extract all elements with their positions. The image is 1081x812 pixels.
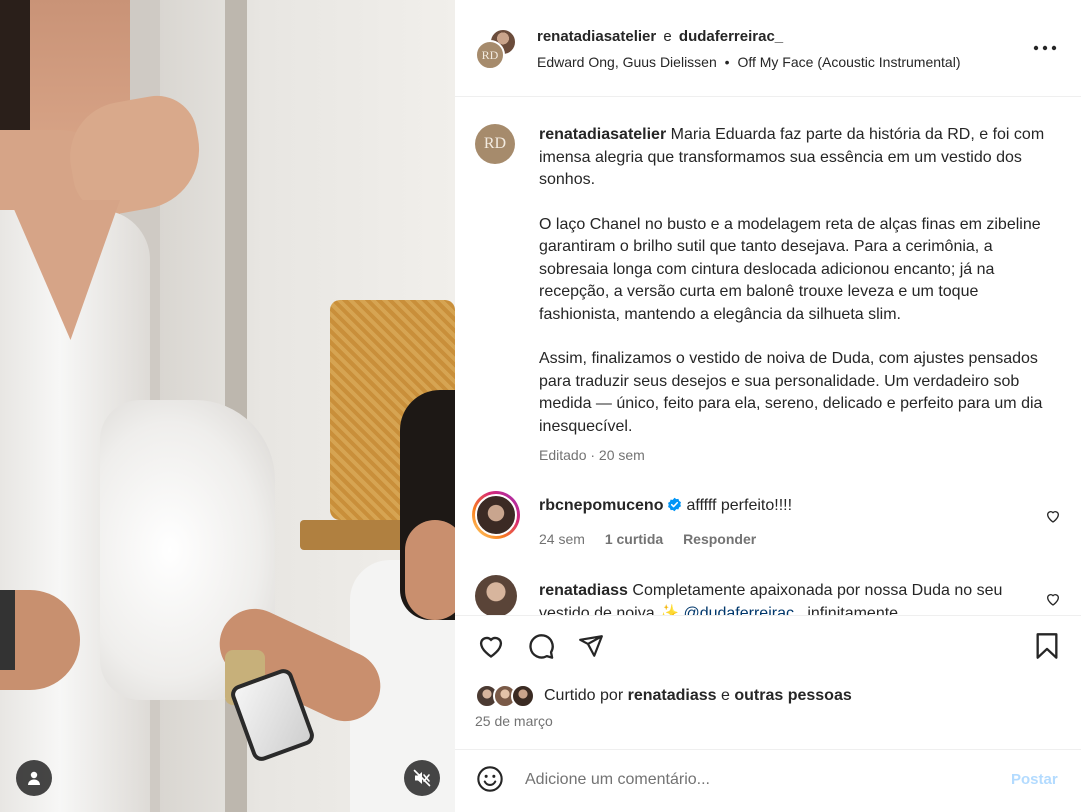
audio-attribution[interactable]: Edward Ong, Guus Dielissen • Off My Face… [537, 54, 960, 70]
comment-item: rbcnepomuceno afffff perfeito!!!! [539, 497, 792, 515]
avatar[interactable] [475, 575, 517, 615]
likes-prefix: Curtido por [544, 687, 624, 704]
bookmark-icon [1036, 633, 1058, 659]
mute-button[interactable] [404, 760, 440, 796]
comments-list[interactable]: RD renatadiasatelier Maria Eduarda faz p… [455, 97, 1081, 615]
author-link-renatadiasatelier[interactable]: renatadiasatelier [537, 28, 656, 45]
comment-username[interactable]: renatadiass [539, 582, 628, 599]
heart-icon[interactable] [1045, 508, 1061, 524]
left-sleeve [0, 590, 15, 670]
comment-item: renatadiass Completamente apaixonada por… [539, 580, 1009, 615]
comment-meta: 24 sem 1 curtida Responder [539, 531, 772, 547]
caption-paragraph: Assim, finalizamos o vestido de noiva de… [539, 350, 1043, 435]
caption-meta: Editado · 20 sem [539, 447, 645, 463]
authors-conjunction: e [663, 28, 672, 45]
likes-text: Curtido por renatadiass e outras pessoas [544, 687, 852, 705]
mute-icon [413, 769, 431, 787]
music-separator: • [724, 54, 730, 70]
sparkle-emoji: ✨ [659, 604, 680, 616]
avatar[interactable] [472, 491, 520, 539]
comment-text: afffff perfeito!!!! [686, 497, 793, 514]
music-track: Off My Face (Acoustic Instrumental) [737, 54, 961, 70]
liker-username[interactable]: renatadiass [628, 687, 717, 704]
collab-avatars[interactable]: RD [475, 28, 519, 72]
post-caption: renatadiasatelier Maria Eduarda faz part… [539, 124, 1049, 460]
tagged-users-button[interactable] [16, 760, 52, 796]
post-header: RD renatadiasatelier e dudaferreirac_ Ed… [455, 0, 1081, 96]
verified-badge-icon [668, 497, 682, 512]
post-date[interactable]: 25 de março [475, 713, 553, 729]
seamstress-face [405, 520, 455, 620]
post-details-panel: RD renatadiasatelier e dudaferreirac_ Ed… [455, 0, 1081, 812]
action-bar [455, 616, 1081, 680]
post-comment-button[interactable]: Postar [1011, 771, 1058, 788]
save-button[interactable] [1031, 630, 1063, 662]
comment-button[interactable] [525, 630, 557, 662]
author-link-dudaferreirac[interactable]: dudaferreirac_ [679, 28, 783, 45]
more-horizontal-icon [1033, 45, 1057, 51]
avatar: RD [475, 40, 505, 70]
heart-icon [479, 636, 503, 658]
user-icon [28, 771, 40, 785]
share-button[interactable] [575, 630, 607, 662]
comment-time[interactable]: 24 sem [539, 531, 585, 547]
comment-text: infinitamente [807, 604, 899, 616]
likes-conjunction: e [721, 687, 730, 704]
caption-username[interactable]: renatadiasatelier [539, 126, 666, 143]
more-options-button[interactable] [1030, 36, 1060, 60]
comment-icon [529, 634, 554, 659]
heart-icon[interactable] [1045, 591, 1061, 607]
share-icon [579, 635, 603, 657]
emoji-icon [477, 766, 503, 792]
caption-paragraph: O laço Chanel no busto e a modelagem ret… [539, 215, 1041, 323]
avatar[interactable]: RD [475, 124, 515, 164]
reply-button[interactable]: Responder [683, 531, 756, 547]
post-authors: renatadiasatelier e dudaferreirac_ [537, 28, 783, 45]
music-artists: Edward Ong, Guus Dielissen [537, 54, 717, 70]
emoji-button[interactable] [475, 764, 505, 794]
mention-link[interactable]: @dudaferreirac_ [683, 605, 802, 616]
likes-others-link[interactable]: outras pessoas [734, 687, 851, 704]
liker-avatars [475, 683, 545, 709]
comment-likes[interactable]: 1 curtida [605, 531, 663, 547]
add-comment-bar: Postar [455, 750, 1081, 812]
post-media-video[interactable] [0, 0, 455, 812]
avatar [511, 684, 535, 708]
likes-summary[interactable]: Curtido por renatadiass e outras pessoas [475, 683, 1065, 709]
comment-input[interactable] [525, 767, 995, 793]
comment-username[interactable]: rbcnepomuceno [539, 497, 663, 514]
like-button[interactable] [475, 630, 507, 662]
